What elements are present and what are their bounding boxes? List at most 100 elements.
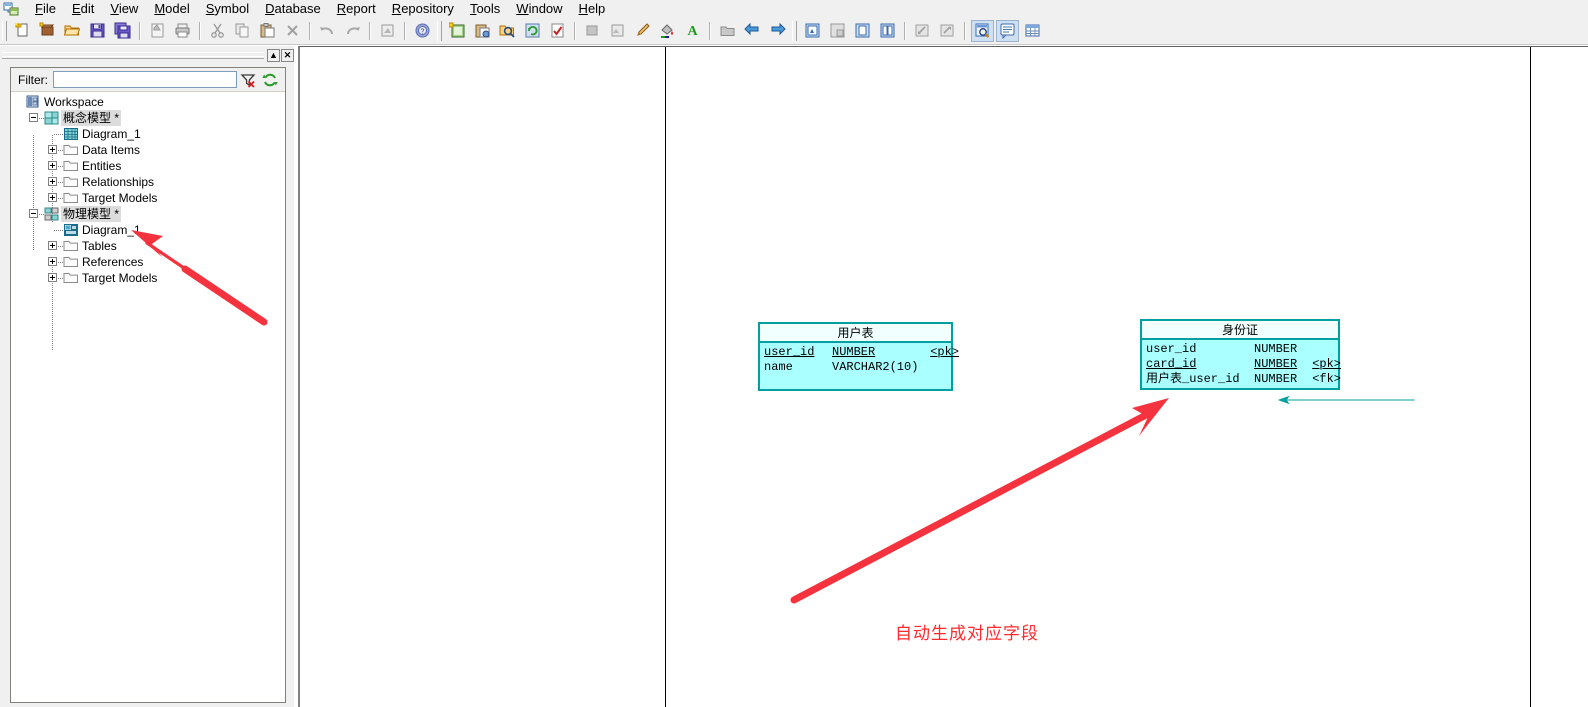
- panel-drag-grip[interactable]: [2, 52, 264, 59]
- diagram-canvas[interactable]: 用户表 user_id NUMBER <pk> name VARCHAR2(10…: [298, 46, 1588, 707]
- menu-report[interactable]: Report: [329, 0, 384, 17]
- new-diagram-button[interactable]: [446, 20, 469, 42]
- zoom-window-button[interactable]: [826, 20, 849, 42]
- help-button[interactable]: ?: [411, 20, 434, 42]
- find-object-button[interactable]: [496, 20, 519, 42]
- erd-reference-link[interactable]: [1252, 393, 1440, 407]
- tree-expander-minus[interactable]: [29, 113, 38, 122]
- erd-table-id-card[interactable]: 身份证 user_id NUMBER card_id NUMBER <pk> 用…: [1140, 319, 1341, 391]
- filter-input[interactable]: [53, 71, 237, 88]
- display-preferences-button[interactable]: [801, 20, 824, 42]
- print-button[interactable]: [171, 20, 194, 42]
- previous-page-button[interactable]: [911, 20, 934, 42]
- toolbar-separator: [404, 21, 406, 40]
- cut-button[interactable]: [206, 20, 229, 42]
- browser-panel: ▲ ✕ Filter: Workspace 概念模型 * Diagram_1 D…: [0, 46, 294, 707]
- refresh-filter-icon[interactable]: [259, 70, 281, 90]
- toolbar-grip[interactable]: [792, 20, 797, 41]
- erd-column-row[interactable]: user_id NUMBER <pk>: [764, 345, 959, 360]
- save-all-button[interactable]: [111, 20, 134, 42]
- menu-file[interactable]: File: [27, 0, 64, 17]
- bring-forward-button[interactable]: [766, 20, 789, 42]
- tree-node-cdm-model[interactable]: 概念模型 *: [11, 110, 285, 126]
- refresh-button[interactable]: [521, 20, 544, 42]
- menu-symbol[interactable]: Symbol: [198, 0, 257, 17]
- tree-expander-plus[interactable]: [48, 241, 57, 250]
- brush-button[interactable]: [631, 20, 654, 42]
- format-button[interactable]: [606, 20, 629, 42]
- svg-text:A: A: [687, 24, 698, 39]
- clear-filter-icon[interactable]: [237, 70, 259, 90]
- tree-expander-minus[interactable]: [29, 209, 38, 218]
- tree-node-target-models-cdm[interactable]: Target Models: [11, 190, 285, 206]
- paste-diagram-button[interactable]: [471, 20, 494, 42]
- check-model-button[interactable]: [546, 20, 569, 42]
- erd-table-columns: user_id NUMBER card_id NUMBER <pk> 用户表_u…: [1142, 340, 1341, 391]
- panel-rollup-button[interactable]: ▲: [267, 49, 280, 62]
- tree-node-pdm-diagram[interactable]: Diagram_1: [11, 222, 285, 238]
- toolbar-grip[interactable]: [437, 20, 442, 41]
- tree-label: Workspace: [44, 95, 104, 109]
- menu-view[interactable]: View: [102, 0, 146, 17]
- zoom-page-button[interactable]: [851, 20, 874, 42]
- toolbar-separator: [139, 21, 141, 40]
- erd-column-row[interactable]: card_id NUMBER <pk>: [1146, 357, 1341, 372]
- new-model-button[interactable]: [11, 20, 34, 42]
- undo-button[interactable]: [316, 20, 339, 42]
- shape-button[interactable]: [581, 20, 604, 42]
- folder-icon: [63, 271, 79, 285]
- erd-column-row[interactable]: 用户表_user_id NUMBER <fk>: [1146, 372, 1341, 387]
- menu-help[interactable]: Help: [571, 0, 614, 17]
- tree-expander-plus[interactable]: [48, 273, 57, 282]
- tree-node-references[interactable]: References: [11, 254, 285, 270]
- properties-button[interactable]: [376, 20, 399, 42]
- tree-node-workspace[interactable]: Workspace: [11, 94, 285, 110]
- tree-node-relationships[interactable]: Relationships: [11, 174, 285, 190]
- erd-column-row[interactable]: user_id NUMBER: [1146, 342, 1334, 357]
- copy-button[interactable]: [231, 20, 254, 42]
- toolbar-grip[interactable]: [2, 20, 7, 41]
- fill-color-button[interactable]: [656, 20, 679, 42]
- tree-node-entities[interactable]: Entities: [11, 158, 285, 174]
- tree-expander-plus[interactable]: [48, 145, 57, 154]
- tree-node-cdm-diagram[interactable]: Diagram_1: [11, 126, 285, 142]
- group-button[interactable]: [716, 20, 739, 42]
- erd-column-key: <pk>: [1312, 357, 1341, 371]
- new-package-button[interactable]: [36, 20, 59, 42]
- pdm-diagram-icon: [63, 222, 79, 238]
- redo-button[interactable]: [341, 20, 364, 42]
- tree-expander-plus[interactable]: [48, 177, 57, 186]
- zoom-width-button[interactable]: [876, 20, 899, 42]
- panel-close-button[interactable]: ✕: [281, 49, 294, 62]
- erd-table-title: 用户表: [760, 324, 951, 343]
- save-button[interactable]: [86, 20, 109, 42]
- output-toggle-button[interactable]: [996, 19, 1019, 42]
- erd-column-row[interactable]: name VARCHAR2(10): [764, 360, 947, 375]
- paste-button[interactable]: [256, 20, 279, 42]
- next-page-button[interactable]: [936, 20, 959, 42]
- menu-repository[interactable]: Repository: [384, 0, 462, 17]
- tree-expander-plus[interactable]: [48, 161, 57, 170]
- send-backward-button[interactable]: [741, 20, 764, 42]
- menu-window[interactable]: Window: [508, 0, 570, 17]
- menu-edit[interactable]: Edit: [64, 0, 102, 17]
- toolbar: ? A: [0, 17, 1588, 45]
- tree-node-target-models-pdm[interactable]: Target Models: [11, 270, 285, 286]
- open-folder-button[interactable]: [61, 20, 84, 42]
- tree-node-data-items[interactable]: Data Items: [11, 142, 285, 158]
- result-list-button[interactable]: [1021, 20, 1044, 42]
- font-color-button[interactable]: A: [681, 20, 704, 42]
- menu-tools[interactable]: Tools: [462, 0, 508, 17]
- erd-table-user[interactable]: 用户表 user_id NUMBER <pk> name VARCHAR2(10…: [758, 322, 959, 391]
- tree-expander-plus[interactable]: [48, 193, 57, 202]
- toolbar-separator: [309, 21, 311, 40]
- print-preview-button[interactable]: [146, 20, 169, 42]
- tree-expander-plus[interactable]: [48, 257, 57, 266]
- delete-button[interactable]: [281, 20, 304, 42]
- cdm-diagram-icon: [63, 126, 79, 142]
- tree-node-tables[interactable]: Tables: [11, 238, 285, 254]
- tree-node-pdm-model[interactable]: 物理模型 *: [11, 206, 285, 222]
- browser-toggle-button[interactable]: [971, 19, 994, 42]
- menu-model[interactable]: Model: [146, 0, 197, 17]
- menu-database[interactable]: Database: [257, 0, 329, 17]
